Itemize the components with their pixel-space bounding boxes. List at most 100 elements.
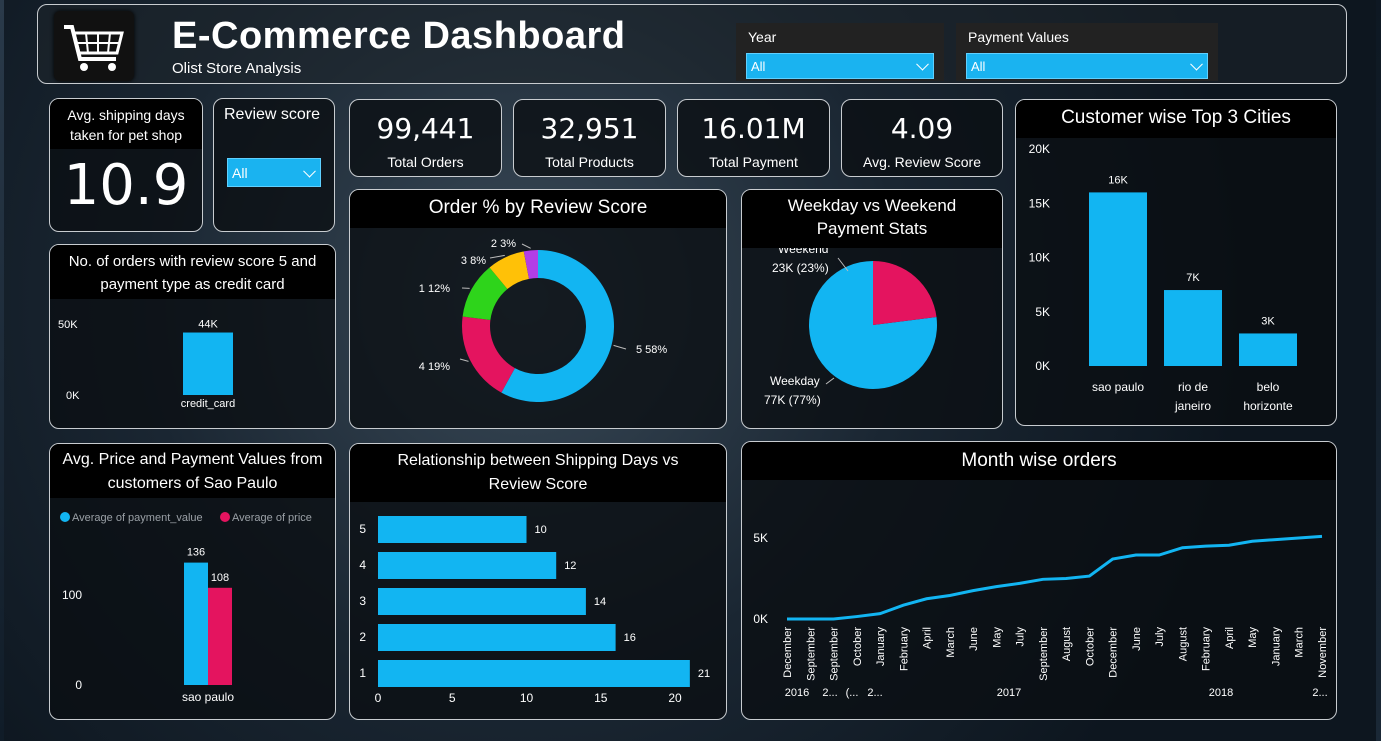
x-tick-label: January <box>875 627 887 667</box>
x-tick-label: janeiro <box>1174 399 1211 413</box>
x-tick-label: 0 <box>375 691 382 705</box>
chart-title: No. of orders with review score 5 and pa… <box>50 245 335 299</box>
data-label: 7K <box>1186 272 1200 284</box>
review-score-donut-chart: Order % by Review Score 5 58% 4 19% 1 12% 3… <box>349 189 727 429</box>
slice-label: 3 8% <box>461 255 486 267</box>
payment-dropdown[interactable]: All <box>966 53 1208 79</box>
month-orders-plot: 5K 0K December September September October Jan… <box>753 531 1329 699</box>
x-tick-label: July <box>1154 627 1166 647</box>
slice-label-value: 77K (77%) <box>764 393 821 407</box>
bar <box>1089 192 1147 366</box>
x-group-label: 2... <box>867 687 882 699</box>
slice-label: 4 19% <box>419 361 450 373</box>
x-tick-label: November <box>1317 627 1329 678</box>
chart-title: Avg. Price and Payment Values from custo… <box>50 444 335 498</box>
x-tick-label: January <box>1270 627 1282 667</box>
kpi-total-products: 32,951 Total Products <box>513 99 666 177</box>
x-tick-label: March <box>945 627 957 658</box>
kpi-avg-review-score: 4.09 Avg. Review Score <box>841 99 1003 177</box>
pie-plot: Weekday 77K (77%) Weekend 23K (23%) <box>764 248 937 407</box>
shipping-vs-review-chart: Relationship between Shipping Days vs Re… <box>349 443 727 720</box>
top-cities-plot: 20K 15K 10K 5K 0K 16K sao paulo 7K rio de janeiro… <box>1029 142 1297 413</box>
y-tick-label: 20K <box>1029 142 1050 156</box>
legend-marker <box>60 512 70 522</box>
y-tick-label: 5K <box>1035 305 1050 319</box>
leader-line <box>825 377 835 385</box>
bar <box>378 588 586 615</box>
y-tick-label: 50K <box>58 319 78 331</box>
data-label: 3K <box>1261 315 1275 327</box>
payment-slicer: Payment Values All <box>956 23 1218 81</box>
chevron-down-icon <box>916 57 929 71</box>
y-tick-label: 3 <box>359 594 366 608</box>
y-tick-label: 10K <box>1029 251 1050 265</box>
review-score-label: Review score <box>224 106 321 123</box>
legend-label: Average of price <box>232 512 312 524</box>
slice-label-name: Weekday <box>770 374 820 388</box>
shipping-days-value: 10.9 <box>63 153 189 218</box>
kpi-total-orders: 99,441 Total Orders <box>349 99 502 177</box>
y-tick-label: 5 <box>359 522 366 536</box>
slice-label-name: Weekend <box>778 248 828 256</box>
y-tick-label: 100 <box>62 588 82 602</box>
x-tick-label: sao paulo <box>1092 380 1144 394</box>
credit-card-orders-chart: No. of orders with review score 5 and pa… <box>49 244 336 429</box>
y-tick-label: 15K <box>1029 196 1050 210</box>
donut-slice <box>462 316 515 393</box>
bar <box>208 587 232 685</box>
payment-dropdown-value: All <box>971 59 986 74</box>
bar <box>378 624 616 651</box>
year-slicer: Year All <box>736 23 944 81</box>
series-line <box>787 534 1323 621</box>
x-tick-label: April <box>922 627 934 649</box>
bar <box>378 516 527 543</box>
weekday-weekend-pie-chart: Weekday vs Weekend Payment Stats Weekday… <box>741 189 1003 429</box>
shopping-cart-icon <box>64 25 124 71</box>
data-label: 108 <box>211 572 229 584</box>
y-tick-label: 0K <box>66 390 80 402</box>
x-tick-label: rio de <box>1178 380 1208 394</box>
x-tick-label: March <box>1294 627 1306 658</box>
data-label: 16 <box>624 632 636 644</box>
bar <box>1239 333 1297 366</box>
kpi-label: Avg. Review Score <box>862 154 981 170</box>
x-tick-label: April <box>1224 627 1236 649</box>
leader-line <box>613 344 627 350</box>
bar <box>378 552 557 579</box>
x-tick-label: August <box>1061 627 1073 661</box>
x-tick-label: October <box>852 627 864 666</box>
x-tick-label: September <box>805 627 817 681</box>
slice-label: 5 58% <box>636 344 667 356</box>
review-score-slicer: Review score All <box>213 98 335 232</box>
data-label: 16K <box>1108 174 1128 186</box>
bar <box>378 660 690 687</box>
kpi-label: Total Payment <box>709 154 798 170</box>
pie-slice <box>873 261 937 325</box>
leader-line <box>521 243 531 249</box>
bar <box>183 332 233 395</box>
shipping-vs-review-plot: 5 10 4 12 3 14 2 16 1 21 0 5 10 15 20 <box>359 516 710 705</box>
x-tick-label: credit_card <box>181 398 235 410</box>
x-group-label: 2... <box>1312 687 1327 699</box>
chevron-down-icon <box>303 164 316 178</box>
x-group-label: 2018 <box>1209 687 1233 699</box>
chart-title: Order % by Review Score <box>350 190 726 228</box>
legend-marker <box>220 512 230 522</box>
data-label: 44K <box>198 319 218 331</box>
top-cities-chart: Customer wise Top 3 Cities 20K 15K 10K 5K 0K… <box>1015 99 1337 426</box>
x-tick-label: 5 <box>449 691 456 705</box>
year-dropdown[interactable]: All <box>746 53 934 79</box>
x-tick-label: June <box>1131 627 1143 651</box>
x-tick-label: 10 <box>520 691 534 705</box>
x-tick-label: 15 <box>594 691 608 705</box>
payment-slicer-label: Payment Values <box>968 29 1069 45</box>
y-tick-label: 1 <box>359 666 366 680</box>
slice-label: 1 12% <box>419 283 450 295</box>
review-score-dropdown[interactable]: All <box>227 158 321 187</box>
x-tick-label: December <box>1108 627 1120 678</box>
month-wise-orders-chart: Month wise orders 5K 0K December September S… <box>741 441 1337 720</box>
chart-title: Customer wise Top 3 Cities <box>1016 100 1336 138</box>
x-tick-label: October <box>1084 627 1096 666</box>
y-tick-label: 2 <box>359 630 366 644</box>
x-group-label: 2016 <box>785 687 809 699</box>
